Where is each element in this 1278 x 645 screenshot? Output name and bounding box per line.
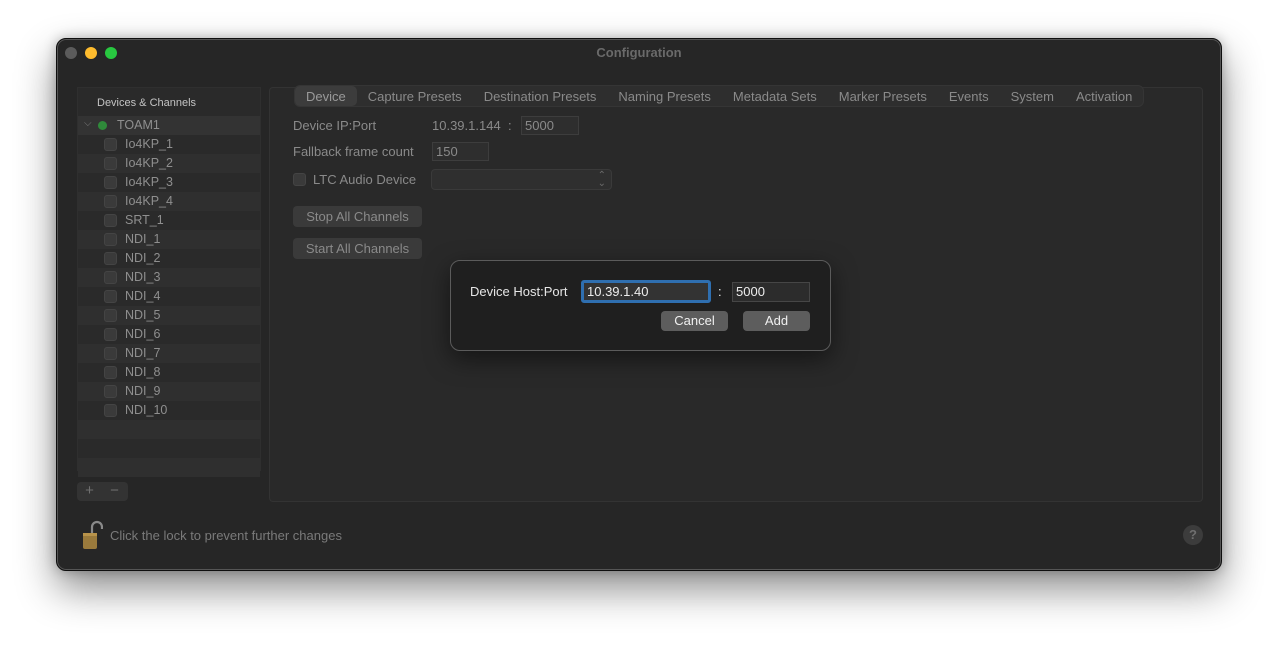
channel-checkbox[interactable] xyxy=(104,347,117,360)
channel-row[interactable]: NDI_6 xyxy=(78,325,260,344)
ltc-audio-device-checkbox[interactable] xyxy=(293,173,306,186)
channel-label: Io4KP_3 xyxy=(125,175,173,189)
channel-checkbox[interactable] xyxy=(104,366,117,379)
tab-system[interactable]: System xyxy=(1000,86,1065,106)
device-ip-port-label: Device IP:Port xyxy=(293,118,377,133)
empty-row xyxy=(78,458,260,477)
tab-marker-presets[interactable]: Marker Presets xyxy=(828,86,938,106)
channel-row[interactable]: NDI_9 xyxy=(78,382,260,401)
ip-port-colon: : xyxy=(508,118,512,133)
host-port-colon: : xyxy=(718,284,722,299)
channel-label: NDI_3 xyxy=(125,270,161,284)
title-bar: Configuration xyxy=(57,39,1221,67)
channel-checkbox[interactable] xyxy=(104,176,117,189)
empty-row xyxy=(78,439,260,458)
tab-capture-presets[interactable]: Capture Presets xyxy=(357,86,473,106)
tree-row-device[interactable]: ⌵ TOAM1 xyxy=(78,116,260,135)
ltc-audio-device-label: LTC Audio Device xyxy=(313,172,417,187)
channel-checkbox[interactable] xyxy=(104,233,117,246)
channel-label: NDI_10 xyxy=(125,403,168,417)
device-port-field[interactable]: 5000 xyxy=(521,116,579,135)
channel-row[interactable]: Io4KP_4 xyxy=(78,192,260,211)
channel-checkbox[interactable] xyxy=(104,309,117,322)
channel-checkbox[interactable] xyxy=(104,214,117,227)
fallback-frame-count-label: Fallback frame count xyxy=(293,144,414,159)
channel-row[interactable]: Io4KP_2 xyxy=(78,154,260,173)
tab-destination-presets[interactable]: Destination Presets xyxy=(473,86,608,106)
device-ip-value: 10.39.1.144 xyxy=(432,118,501,133)
device-host-dialog: Device Host:Port 10.39.1.40 : 5000 Cance… xyxy=(450,260,831,351)
status-dot-icon xyxy=(98,121,107,130)
configuration-window: Configuration Devices & Channels ⌵ TOAM1… xyxy=(56,38,1222,571)
channel-checkbox[interactable] xyxy=(104,290,117,303)
channel-row[interactable]: NDI_3 xyxy=(78,268,260,287)
channel-checkbox[interactable] xyxy=(104,252,117,265)
add-device-button[interactable]: + xyxy=(77,482,102,501)
sidebar-add-remove-control: + − xyxy=(77,482,128,501)
channel-row[interactable]: Io4KP_1 xyxy=(78,135,260,154)
ltc-audio-device-popup[interactable]: ⌃ ⌄ xyxy=(431,169,612,190)
popup-arrows-icon: ⌃ ⌄ xyxy=(597,170,606,189)
channel-label: NDI_9 xyxy=(125,384,161,398)
device-label: TOAM1 xyxy=(117,118,160,132)
lock-hint-text: Click the lock to prevent further change… xyxy=(110,528,342,543)
tab-metadata-sets[interactable]: Metadata Sets xyxy=(722,86,828,106)
devices-channels-sidebar: Devices & Channels ⌵ TOAM1 Io4KP_1 Io4KP_… xyxy=(77,87,261,477)
channel-label: SRT_1 xyxy=(125,213,164,227)
channel-label: NDI_2 xyxy=(125,251,161,265)
start-all-channels-button[interactable]: Start All Channels xyxy=(293,238,422,259)
device-host-port-label: Device Host:Port xyxy=(470,284,568,299)
channel-checkbox[interactable] xyxy=(104,157,117,170)
remove-device-button[interactable]: − xyxy=(102,482,127,501)
channel-row[interactable]: NDI_1 xyxy=(78,230,260,249)
window-title: Configuration xyxy=(596,45,682,60)
tab-activation[interactable]: Activation xyxy=(1065,86,1143,106)
channel-row[interactable]: SRT_1 xyxy=(78,211,260,230)
fallback-frame-count-field[interactable]: 150 xyxy=(432,142,489,161)
tab-events[interactable]: Events xyxy=(938,86,1000,106)
empty-row xyxy=(78,420,260,439)
sidebar-header: Devices & Channels xyxy=(97,97,197,109)
channel-label: NDI_8 xyxy=(125,365,161,379)
channel-label: NDI_4 xyxy=(125,289,161,303)
device-tree: ⌵ TOAM1 Io4KP_1 Io4KP_2 Io4KP_3 Io4KP_4 SRT_… xyxy=(78,116,260,477)
channel-row[interactable]: NDI_8 xyxy=(78,363,260,382)
chevron-down-icon[interactable]: ⌵ xyxy=(84,118,92,129)
channel-label: Io4KP_4 xyxy=(125,194,173,208)
stop-all-channels-button[interactable]: Stop All Channels xyxy=(293,206,422,227)
channel-label: NDI_7 xyxy=(125,346,161,360)
add-button[interactable]: Add xyxy=(743,311,810,331)
device-port-input[interactable]: 5000 xyxy=(732,282,810,302)
channel-row[interactable]: NDI_10 xyxy=(78,401,260,420)
tab-naming-presets[interactable]: Naming Presets xyxy=(607,86,721,106)
channel-label: Io4KP_2 xyxy=(125,156,173,170)
channel-label: Io4KP_1 xyxy=(125,137,173,151)
tab-device[interactable]: Device xyxy=(295,86,357,106)
channel-checkbox[interactable] xyxy=(104,404,117,417)
channel-checkbox[interactable] xyxy=(104,271,117,284)
channel-label: NDI_6 xyxy=(125,327,161,341)
cancel-button[interactable]: Cancel xyxy=(661,311,728,331)
channel-row[interactable]: NDI_5 xyxy=(78,306,260,325)
channel-checkbox[interactable] xyxy=(104,385,117,398)
channel-row[interactable]: NDI_7 xyxy=(78,344,260,363)
channel-row[interactable]: Io4KP_3 xyxy=(78,173,260,192)
channel-row[interactable]: NDI_2 xyxy=(78,249,260,268)
channel-checkbox[interactable] xyxy=(104,328,117,341)
channel-checkbox[interactable] xyxy=(104,195,117,208)
channel-label: NDI_5 xyxy=(125,308,161,322)
channel-row[interactable]: NDI_4 xyxy=(78,287,260,306)
channel-checkbox[interactable] xyxy=(104,138,117,151)
unlocked-lock-icon[interactable] xyxy=(81,519,103,551)
tab-bar: Device Capture Presets Destination Presets… xyxy=(294,85,1145,107)
device-host-input[interactable]: 10.39.1.40 xyxy=(581,280,711,303)
help-button[interactable]: ? xyxy=(1183,525,1203,545)
channel-label: NDI_1 xyxy=(125,232,161,246)
